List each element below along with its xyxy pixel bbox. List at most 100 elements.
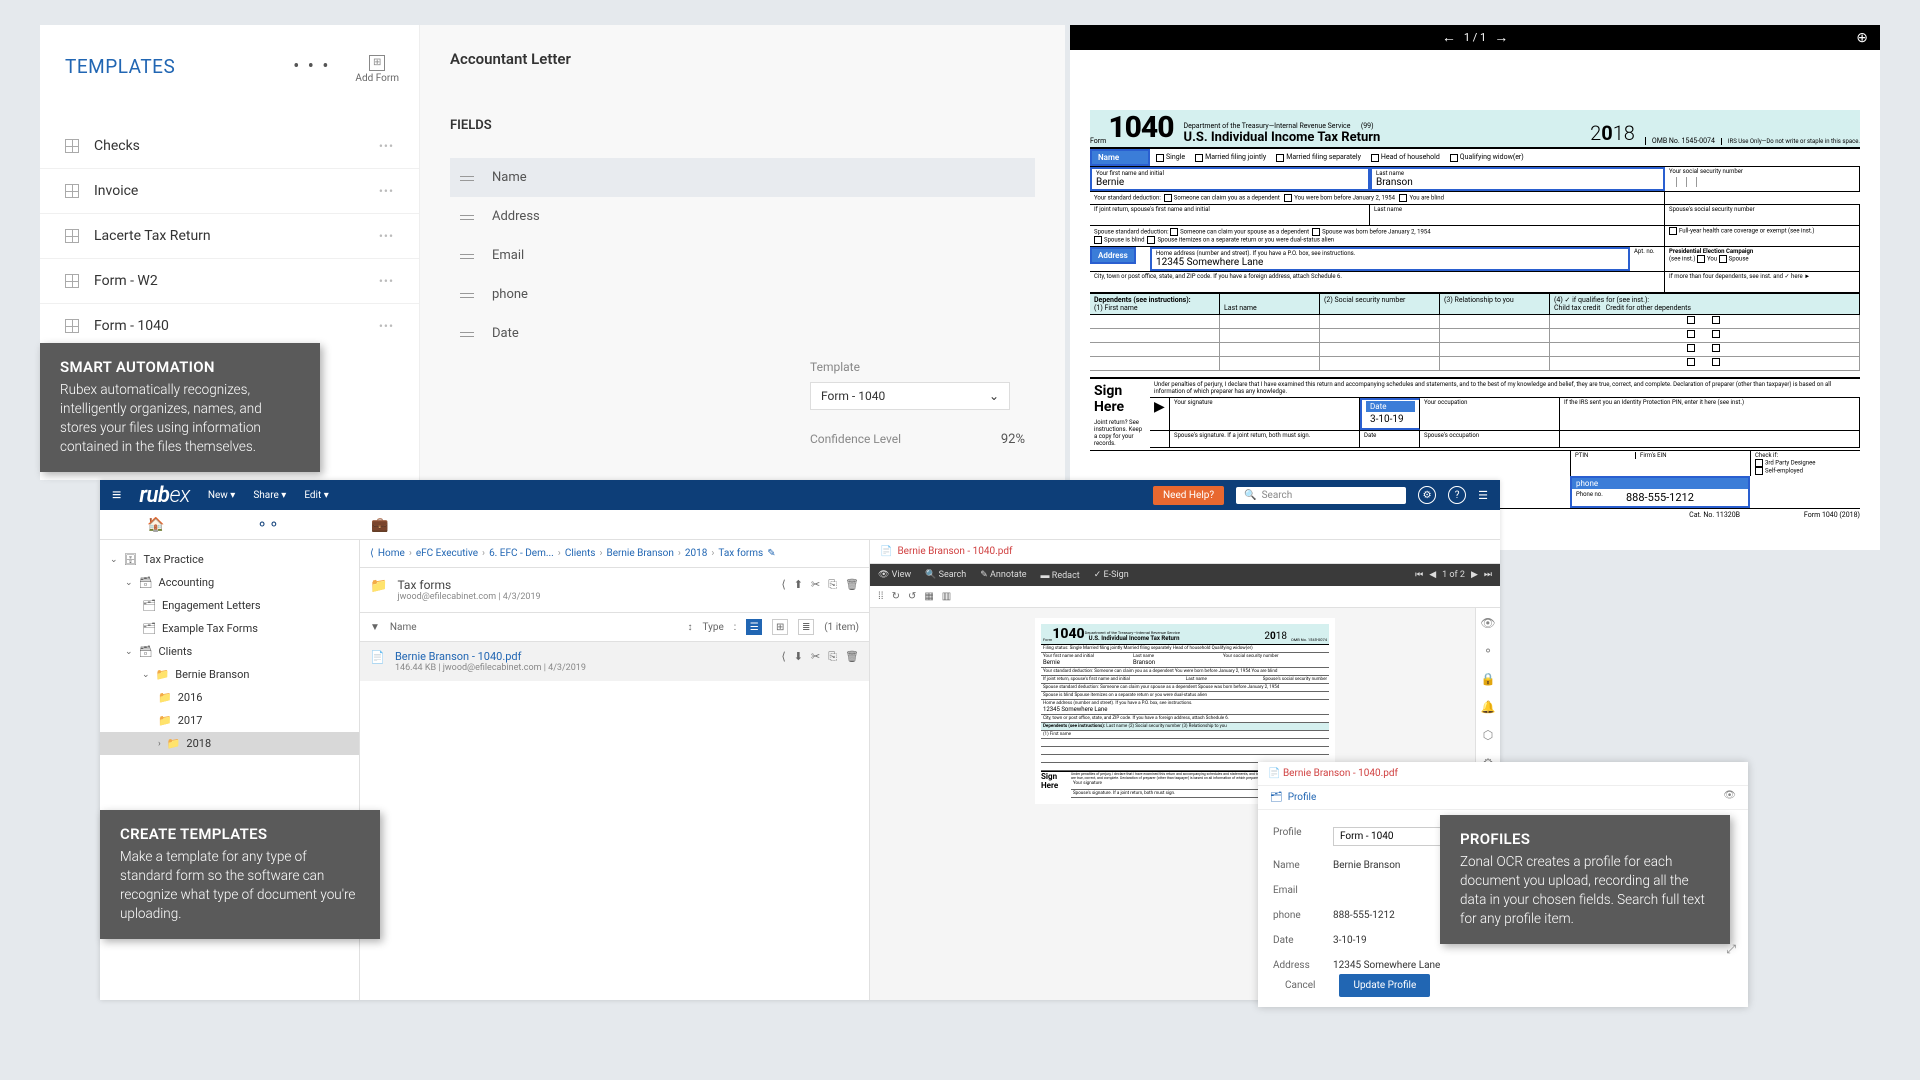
share-icon[interactable]: ⟨ [781,578,785,592]
layout-icon[interactable]: ▦ [924,591,933,602]
breadcrumb-item[interactable]: Bernie Branson [606,548,673,559]
delete-icon[interactable]: 🗑 [845,650,859,664]
cut-icon[interactable]: ✂ [811,578,820,592]
cut-icon[interactable]: ✂ [811,650,820,664]
next-page-icon[interactable]: ▶ [1471,570,1478,580]
share-icon[interactable]: ⚬⚬ [212,517,324,533]
eye-icon[interactable]: 👁 [1480,616,1495,630]
filter-name[interactable]: Name [390,622,417,633]
field-row-phone[interactable]: phone [450,275,1035,314]
tree-person[interactable]: ⌄📁Bernie Branson [100,663,359,686]
expand-icon[interactable]: ⤢ [1726,942,1736,957]
home-icon[interactable]: 🏠 [100,517,212,533]
field-row-address[interactable]: Address [450,197,1035,236]
esign-tool[interactable]: ✓ E-Sign [1094,570,1129,580]
view-detail-icon[interactable]: ≣ [798,619,814,635]
tree-clients[interactable]: ⌄🗃Clients [100,640,359,663]
breadcrumb-item[interactable]: Tax forms [718,548,763,559]
annotate-tool[interactable]: ✎ Annotate [980,570,1026,580]
breadcrumb-item[interactable]: Clients [565,548,596,559]
address-zone: Home address (number and street). If you… [1150,247,1630,271]
rotate-left-icon[interactable]: ↺ [908,591,916,602]
update-profile-button[interactable]: Update Profile [1339,974,1430,997]
lock-icon[interactable]: 🔒 [1481,672,1496,686]
tree-root[interactable]: ⌄🗄Tax Practice [100,548,359,571]
breadcrumb-item[interactable]: eFC Executive [416,548,478,559]
delete-icon[interactable]: 🗑 [845,578,859,592]
menu-edit[interactable]: Edit ▾ [304,490,328,501]
menu-icon[interactable]: ≡ [112,485,121,505]
download-icon[interactable]: ⬇ [794,650,803,664]
item-more-icon[interactable]: ••• [379,319,394,333]
add-form-button[interactable]: ⊞ Add Form [355,50,399,84]
catalog-number: Cat. No. 11320B [1689,511,1740,519]
breadcrumb-item[interactable]: 2018 [685,548,707,559]
view-list-icon[interactable]: ☰ [746,619,762,635]
view-grid-icon[interactable]: ⊞ [772,619,788,635]
pdf-icon: 📄 [1268,768,1280,779]
copy-icon[interactable]: ⎘ [828,578,837,592]
item-more-icon[interactable]: ••• [379,139,394,153]
field-icon [460,290,474,300]
address-zone-label: Address [1090,247,1136,264]
template-item-1040[interactable]: Form - 1040 ••• [40,304,419,348]
field-row-name[interactable]: Name [450,158,1035,197]
preview-tab[interactable]: 📄Bernie Branson - 1040.pdf [870,540,1500,564]
last-page-icon[interactable]: ⏭ [1484,570,1492,580]
field-row-date[interactable]: Date [450,314,1035,353]
briefcase-icon[interactable]: 💼 [324,517,436,533]
field-row-email[interactable]: Email [450,236,1035,275]
filter-icon[interactable]: ▼ [370,622,380,633]
breadcrumb-home[interactable]: ⟨ [370,548,374,559]
eye-icon[interactable]: 👁 [1723,790,1736,801]
share-icon[interactable]: ⟨ [781,650,785,664]
template-select[interactable]: Form - 1040 ⌄ [810,382,1010,410]
bell-icon[interactable]: 🔔 [1481,700,1496,714]
zoom-in-icon[interactable]: ⊕ [1856,30,1868,46]
filter-type[interactable]: Type [703,622,724,633]
edit-icon[interactable]: ✎ [767,548,775,559]
tree-2017[interactable]: 📁2017 [100,709,359,732]
tree-accounting[interactable]: ⌄🗃Accounting [100,571,359,594]
view-tool[interactable]: 👁 View [878,570,911,580]
first-page-icon[interactable]: ⏮ [1415,570,1423,580]
copy-icon[interactable]: ⎘ [828,650,837,664]
settings-icon[interactable]: ⚙ [1418,486,1436,504]
alert-icon[interactable]: ⚬ [1483,644,1493,658]
item-more-icon[interactable]: ••• [379,184,394,198]
grid-icon [65,184,79,198]
tree-2016[interactable]: 📁2016 [100,686,359,709]
more-icon[interactable]: • • • [293,56,330,77]
item-more-icon[interactable]: ••• [379,274,394,288]
prev-page-icon[interactable]: ← [1442,29,1456,46]
search-input[interactable]: 🔍Search [1236,487,1406,504]
next-page-icon[interactable]: → [1494,29,1508,46]
tasks-icon[interactable]: ☰ [1478,489,1488,502]
breadcrumb-item[interactable]: 6. EFC - Dem... [489,548,554,559]
menu-new[interactable]: New ▾ [208,490,235,501]
prev-page-icon[interactable]: ◀ [1429,570,1436,580]
tree-example[interactable]: 🗂Example Tax Forms [100,617,359,640]
breadcrumb-item[interactable]: Home [378,548,405,559]
bookmark-icon[interactable]: ⬡ [1483,728,1493,742]
help-icon[interactable]: ? [1448,486,1466,504]
cancel-button[interactable]: Cancel [1273,975,1327,996]
upload-icon[interactable]: ⬆ [794,578,803,592]
help-button[interactable]: Need Help? [1153,486,1224,505]
profile-tab[interactable]: 📄 Bernie Branson - 1040.pdf [1258,762,1748,786]
template-item-w2[interactable]: Form - W2 ••• [40,259,419,304]
template-item-invoice[interactable]: Invoice ••• [40,169,419,214]
menu-share[interactable]: Share ▾ [253,490,286,501]
search-tool[interactable]: 🔍 Search [925,570,966,580]
file-row[interactable]: 📄 Bernie Branson - 1040.pdf 146.44 KB | … [360,642,869,681]
template-item-lacerte[interactable]: Lacerte Tax Return ••• [40,214,419,259]
item-more-icon[interactable]: ••• [379,229,394,243]
tree-engagement[interactable]: 🗂Engagement Letters [100,594,359,617]
field-label: phone [492,287,528,302]
rotate-icon[interactable]: ↻ [892,591,900,602]
redact-tool[interactable]: ▬ Redact [1041,570,1080,581]
grip-icon[interactable]: ⁞⁞ [878,591,884,602]
template-item-checks[interactable]: Checks ••• [40,124,419,169]
columns-icon[interactable]: ▥ [942,591,951,602]
tree-2018[interactable]: ›📁2018 [100,732,359,755]
